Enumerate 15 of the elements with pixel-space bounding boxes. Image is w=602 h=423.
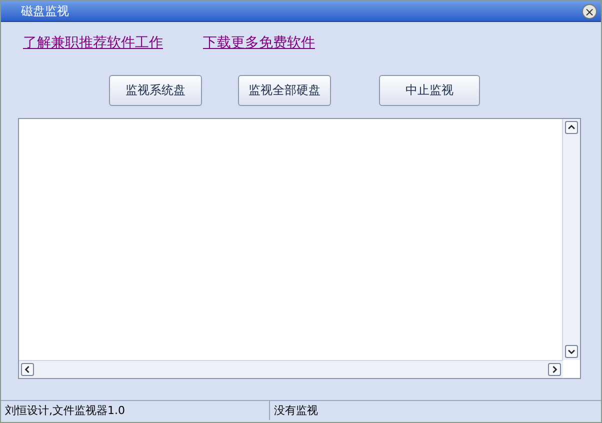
scroll-down-icon[interactable] <box>565 345 578 358</box>
action-button[interactable]: 监视系统盘 <box>109 75 202 106</box>
status-text: 没有监视 <box>273 403 319 419</box>
window-title: 磁盘监视 <box>21 2 69 20</box>
scroll-left-icon[interactable] <box>21 363 34 376</box>
vertical-scrollbar[interactable] <box>562 119 580 360</box>
close-button[interactable]: × <box>582 4 597 18</box>
horizontal-scrollbar[interactable] <box>19 360 563 378</box>
scroll-up-icon[interactable] <box>565 121 578 134</box>
action-button[interactable]: 监视全部硬盘 <box>238 75 331 106</box>
link[interactable]: 了解兼职推荐软件工作 <box>23 34 163 58</box>
action-button[interactable]: 中止监视 <box>379 75 480 106</box>
scroll-right-icon[interactable] <box>548 363 561 376</box>
link[interactable]: 下载更多免费软件 <box>203 34 315 58</box>
status-text: 刘恒设计,文件监视器1.0 <box>1 401 270 420</box>
